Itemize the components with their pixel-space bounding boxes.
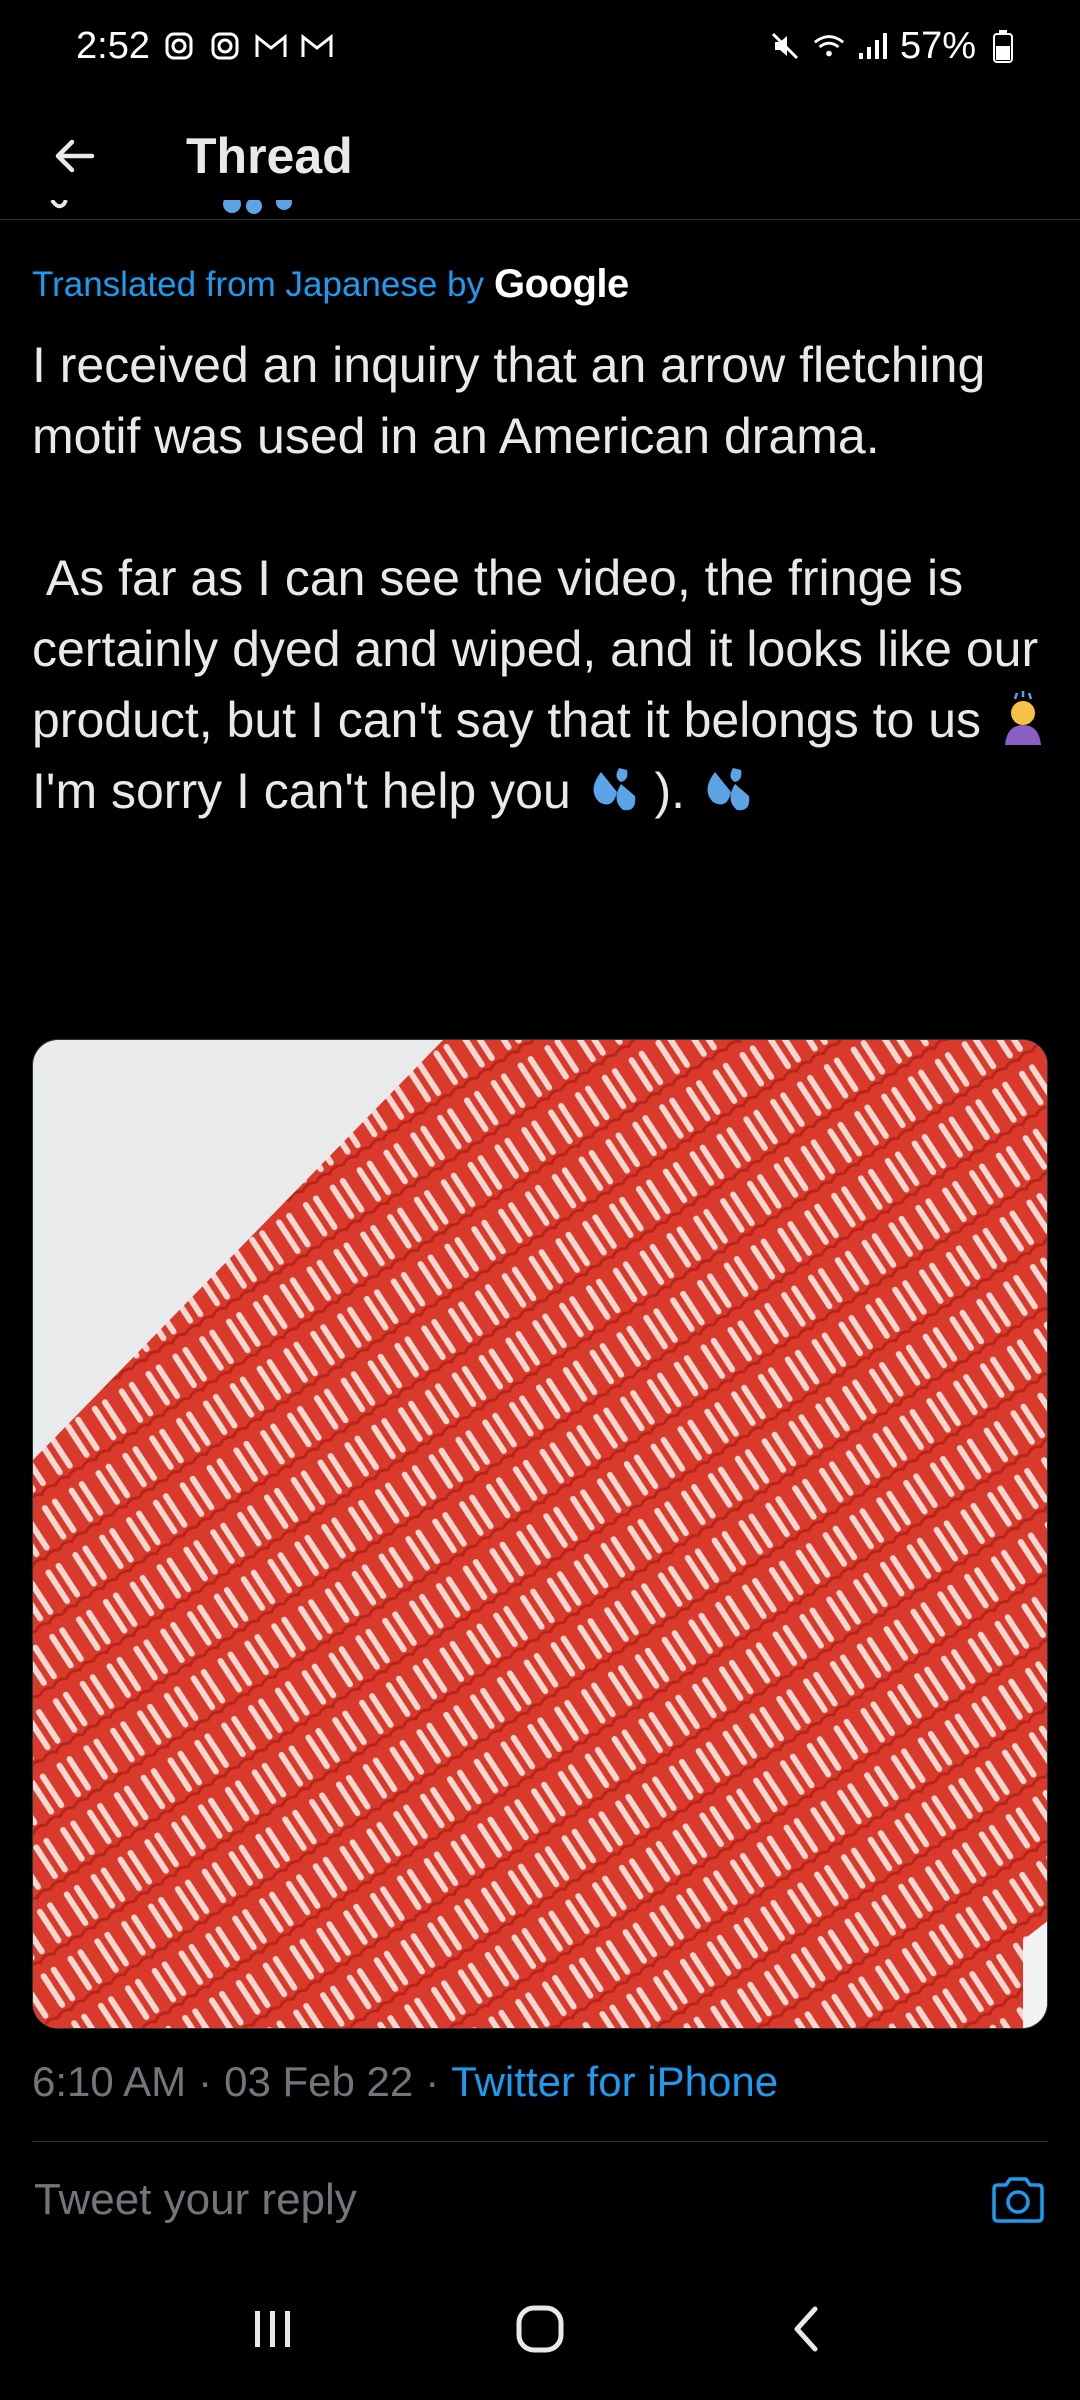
signal-icon bbox=[856, 29, 890, 63]
recent-apps-button[interactable] bbox=[233, 2289, 313, 2369]
status-time: 2:52 bbox=[76, 24, 150, 67]
instagram-icon bbox=[162, 29, 196, 63]
sweat-droplets-emoji-icon bbox=[593, 767, 635, 811]
recent-apps-icon bbox=[255, 2311, 291, 2347]
fabric-image bbox=[33, 1040, 1047, 2028]
status-right: 57% bbox=[768, 25, 1020, 68]
tweet-time: 6:10 AM bbox=[32, 2058, 187, 2105]
battery-icon bbox=[986, 29, 1020, 63]
meta-separator: · bbox=[425, 2058, 440, 2105]
home-icon bbox=[516, 2305, 564, 2353]
wifi-icon bbox=[812, 29, 846, 63]
tweet-date: 03 Feb 22 bbox=[224, 2058, 414, 2105]
tweet-paragraph-1: I received an inquiry that an arrow flet… bbox=[32, 337, 1000, 464]
clipped-previous-line bbox=[32, 200, 332, 224]
home-button[interactable] bbox=[500, 2289, 580, 2369]
tweet-paragraph-2a: As far as I can see the video, the fring… bbox=[32, 550, 1053, 748]
sweat-droplets-emoji-icon bbox=[707, 767, 750, 811]
reply-input[interactable] bbox=[32, 2174, 936, 2226]
tweet-media-image[interactable] bbox=[32, 1039, 1048, 2029]
camera-icon bbox=[992, 2177, 1044, 2223]
tweet-meta: 6:10 AM · 03 Feb 22 · Twitter for iPhone bbox=[32, 2058, 778, 2106]
chevron-left-icon bbox=[794, 2306, 818, 2352]
tweet-source-link[interactable]: Twitter for iPhone bbox=[451, 2058, 778, 2106]
tweet-text: I received an inquiry that an arrow flet… bbox=[32, 330, 1052, 827]
status-bar: 2:52 57% bbox=[0, 0, 1080, 92]
instagram-icon bbox=[208, 29, 242, 63]
reply-bar bbox=[0, 2142, 1080, 2258]
system-nav-bar bbox=[0, 2258, 1080, 2400]
google-logo: Google bbox=[494, 262, 629, 306]
gmail-icon bbox=[254, 29, 288, 63]
translation-label[interactable]: Translated from Japanese by Google bbox=[32, 262, 629, 307]
person-bowing-emoji-icon bbox=[1004, 690, 1041, 745]
page-title: Thread bbox=[186, 127, 353, 184]
camera-button[interactable] bbox=[988, 2170, 1048, 2230]
mute-icon bbox=[768, 29, 802, 63]
meta-separator: · bbox=[198, 2058, 213, 2105]
back-arrow-icon bbox=[55, 139, 95, 172]
status-left: 2:52 bbox=[76, 25, 334, 68]
system-back-button[interactable] bbox=[767, 2289, 847, 2369]
gmail-icon bbox=[300, 29, 334, 63]
back-button[interactable] bbox=[38, 120, 110, 192]
tweet-paragraph-2c: ). bbox=[640, 763, 699, 819]
translated-text: Translated from Japanese by bbox=[32, 264, 484, 304]
battery-percent: 57% bbox=[899, 24, 976, 67]
